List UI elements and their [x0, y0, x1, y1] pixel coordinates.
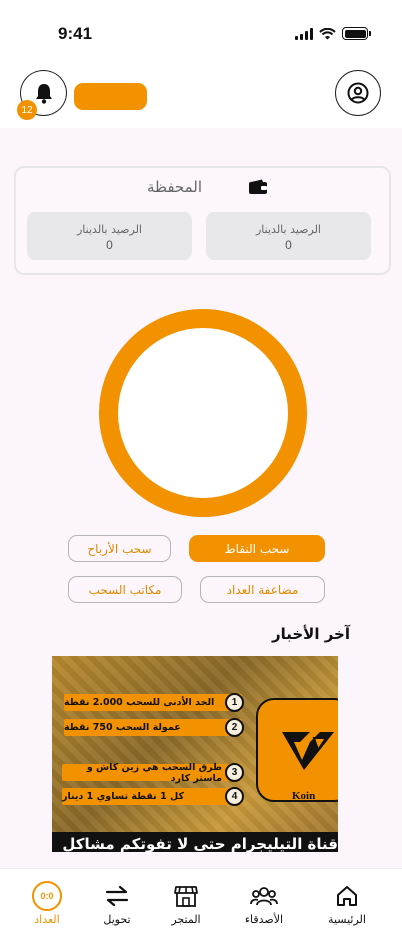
status-icons — [295, 27, 371, 40]
feature-number: 2 — [225, 718, 244, 737]
tab-home-label: الرئيسية — [328, 913, 366, 926]
points-pill — [74, 83, 147, 110]
wallet-card: المحفظة الرصيد بالدينار 0 الرصيد بالدينا… — [14, 166, 391, 275]
feature-bar: عمولة السحب 750 نقطة — [64, 719, 242, 736]
wallet-header: المحفظة — [16, 178, 389, 196]
feature-number: 1 — [225, 693, 244, 712]
koin-brand-text: Koin — [292, 790, 316, 802]
tab-transfer-label: تحويل — [103, 913, 131, 926]
feature-number: 4 — [225, 787, 244, 806]
news-caption: قناة التيليجرام حتى لا تفوتكم مشاكل — [52, 832, 338, 852]
feature-bar: الحد الأدنى للسحب 2.000 نقطة — [64, 694, 242, 711]
bottom-tab-bar: الرئيسية الأصدقاء المتجر تحويل 0:0 العدا… — [0, 868, 402, 949]
user-icon — [347, 82, 369, 104]
tab-friends[interactable]: الأصدقاء — [229, 881, 299, 926]
balance-value: 0 — [106, 238, 113, 252]
balance-label: الرصيد بالدينار — [77, 223, 142, 236]
balance-box: الرصيد بالدينار 0 — [27, 212, 192, 260]
wallet-icon — [249, 179, 268, 194]
counter-icon: 0:0 — [32, 881, 62, 911]
tab-friends-label: الأصدقاء — [244, 913, 284, 926]
wallet-title: المحفظة — [146, 178, 203, 196]
withdraw-offices-button[interactable]: مكاتب السحب — [68, 576, 182, 603]
notification-badge: 12 — [17, 100, 37, 120]
news-section-title: آخر الأخبار — [271, 625, 350, 643]
feature-bar: طرق السحب هي زين كاش و ماستر كارد — [62, 762, 242, 784]
signal-icon — [295, 28, 313, 40]
feature-bar: كل 1 نقطة تساوي 1 دينار — [62, 788, 242, 805]
feature-number: 3 — [225, 763, 244, 782]
tab-transfer[interactable]: تحويل — [82, 881, 152, 926]
balance-box: الرصيد بالدينار 0 — [206, 212, 371, 260]
friends-icon — [250, 887, 278, 906]
wifi-icon — [319, 28, 336, 40]
home-icon — [337, 886, 357, 906]
withdraw-profits-button[interactable]: سحب الأرباح — [68, 535, 171, 562]
tab-store-label: المتجر — [171, 913, 201, 926]
news-image[interactable]: الحد الأدنى للسحب 2.000 نقطة 1 عمولة الس… — [52, 656, 338, 852]
balance-label: الرصيد بالدينار — [256, 223, 321, 236]
koin-logo: Koin — [256, 698, 338, 802]
transfer-icon — [105, 885, 129, 907]
app-header: 12 — [0, 70, 402, 128]
tab-store[interactable]: المتجر — [151, 881, 221, 926]
status-bar: 9:41 — [0, 0, 402, 70]
tab-counter[interactable]: 0:0 العداد — [12, 881, 82, 926]
withdraw-points-button[interactable]: سحب النقاط — [189, 535, 325, 562]
double-counter-button[interactable]: مضاعفة العداد — [200, 576, 325, 603]
counter-ring[interactable] — [99, 309, 307, 517]
tab-home[interactable]: الرئيسية — [312, 881, 382, 926]
balance-value: 0 — [285, 238, 292, 252]
profile-button[interactable] — [335, 70, 381, 116]
tab-counter-label: العداد — [34, 913, 60, 926]
bell-icon — [35, 84, 52, 104]
battery-icon — [342, 27, 371, 40]
koin-mark-icon — [282, 732, 334, 770]
store-icon — [174, 886, 198, 907]
status-time: 9:41 — [58, 24, 93, 43]
